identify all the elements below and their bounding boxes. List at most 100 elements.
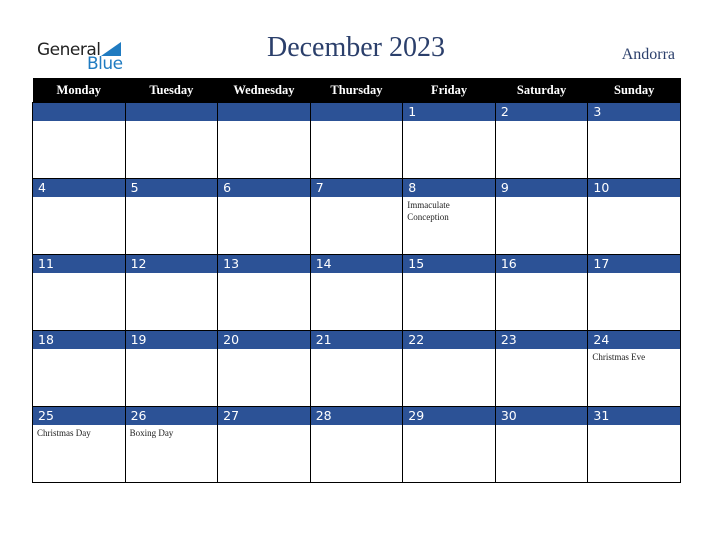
day-cell[interactable] (124, 102, 219, 179)
holiday-label (218, 425, 310, 429)
day-number: 11 (33, 255, 125, 273)
day-cell[interactable]: 27 (217, 406, 311, 483)
day-cell[interactable]: 16 (494, 254, 589, 331)
week-row: 11 12 13 14 15 16 17 (32, 254, 681, 331)
holiday-label: Immaculate Conception (407, 200, 450, 222)
country-label: Andorra (621, 46, 675, 63)
holiday-label (218, 349, 310, 353)
week-row: 25 Christmas Day 26 Boxing Day 27 28 29 30 31 (32, 406, 681, 483)
day-number: 31 (588, 407, 680, 425)
holiday-label (496, 121, 588, 125)
day-cell[interactable]: 13 (217, 254, 311, 331)
holiday-label (403, 349, 495, 353)
day-number: 27 (218, 407, 310, 425)
day-cell[interactable]: 5 (124, 178, 219, 255)
day-cell[interactable]: 26 Boxing Day (124, 406, 219, 483)
holiday-label: Christmas Day (37, 428, 91, 438)
holiday-label (311, 273, 403, 277)
day-cell[interactable]: 11 (32, 254, 126, 331)
holiday-label (218, 197, 310, 201)
day-cell[interactable]: 2 (494, 102, 589, 179)
holiday-label (403, 273, 495, 277)
holiday-label (588, 273, 680, 277)
day-cell[interactable]: 4 (32, 178, 126, 255)
weekday-header: Wednesday (217, 78, 311, 103)
holiday-label (588, 425, 680, 429)
day-cell[interactable]: 17 (587, 254, 681, 331)
holiday-label: Christmas Eve (592, 352, 646, 362)
day-number: 4 (33, 179, 125, 197)
day-number: 23 (495, 331, 588, 349)
holiday-label (496, 425, 588, 429)
day-number: 2 (495, 103, 588, 121)
holiday-label (588, 197, 680, 201)
day-cell[interactable]: 25 Christmas Day (32, 406, 126, 483)
day-cell[interactable]: 29 (402, 406, 496, 483)
day-number (33, 103, 125, 121)
holiday-label (496, 349, 588, 353)
day-cell[interactable] (217, 102, 311, 179)
day-cell[interactable]: 23 (494, 330, 589, 407)
day-cell[interactable]: 3 (587, 102, 681, 179)
day-number: 18 (33, 331, 125, 349)
calendar-grid: Monday Tuesday Wednesday Thursday Friday Satu… (32, 78, 681, 483)
day-cell[interactable]: 9 (494, 178, 589, 255)
holiday-label (33, 273, 125, 277)
day-number: 25 (33, 407, 125, 425)
day-number: 17 (588, 255, 680, 273)
day-number: 12 (125, 255, 218, 273)
day-cell[interactable]: 21 (309, 330, 404, 407)
day-number: 19 (125, 331, 218, 349)
holiday-label (311, 349, 403, 353)
holiday-label (126, 197, 218, 201)
holiday-label (126, 349, 218, 353)
day-cell[interactable] (309, 102, 404, 179)
holiday-label (496, 197, 588, 201)
day-cell[interactable]: 15 (402, 254, 496, 331)
holiday-label (126, 273, 218, 277)
day-number: 28 (310, 407, 403, 425)
day-number: 15 (403, 255, 495, 273)
holiday-label (218, 121, 310, 125)
day-number: 13 (218, 255, 310, 273)
day-cell[interactable]: 31 (587, 406, 681, 483)
page-title: December 2023 (266, 32, 446, 63)
holiday-label (218, 273, 310, 277)
day-cell[interactable]: 30 (494, 406, 589, 483)
day-cell[interactable]: 20 (217, 330, 311, 407)
day-cell[interactable]: 24 Christmas Eve (587, 330, 681, 407)
day-number: 26 (125, 407, 218, 425)
day-cell[interactable]: 18 (32, 330, 126, 407)
day-cell[interactable]: 28 (309, 406, 404, 483)
day-number: 21 (310, 331, 403, 349)
day-number: 29 (403, 407, 495, 425)
day-cell[interactable]: 8 Immaculate Conception (402, 178, 496, 255)
day-cell[interactable]: 19 (124, 330, 219, 407)
day-number: 7 (310, 179, 403, 197)
holiday-label (403, 425, 495, 429)
day-number: 24 (588, 331, 680, 349)
day-number: 1 (403, 103, 495, 121)
day-cell[interactable]: 7 (309, 178, 404, 255)
week-row: 4 5 6 7 8 Immaculate Conception 9 10 (32, 178, 681, 255)
day-number: 8 (403, 179, 495, 197)
weekday-header: Tuesday (125, 78, 218, 103)
day-number: 10 (588, 179, 680, 197)
day-number: 22 (403, 331, 495, 349)
holiday-label (33, 349, 125, 353)
day-cell[interactable] (32, 102, 126, 179)
day-cell[interactable]: 14 (309, 254, 404, 331)
week-row: 123 (32, 102, 681, 179)
holiday-label (588, 121, 680, 125)
day-cell[interactable]: 22 (402, 330, 496, 407)
holiday-label (311, 121, 403, 125)
day-cell[interactable]: 10 (587, 178, 681, 255)
day-number: 9 (495, 179, 588, 197)
holiday-label (403, 121, 495, 125)
day-cell[interactable]: 12 (124, 254, 219, 331)
day-cell[interactable]: 6 (217, 178, 311, 255)
day-cell[interactable]: 1 (402, 102, 496, 179)
day-number (218, 103, 310, 121)
day-number: 5 (125, 179, 218, 197)
day-number: 20 (218, 331, 310, 349)
